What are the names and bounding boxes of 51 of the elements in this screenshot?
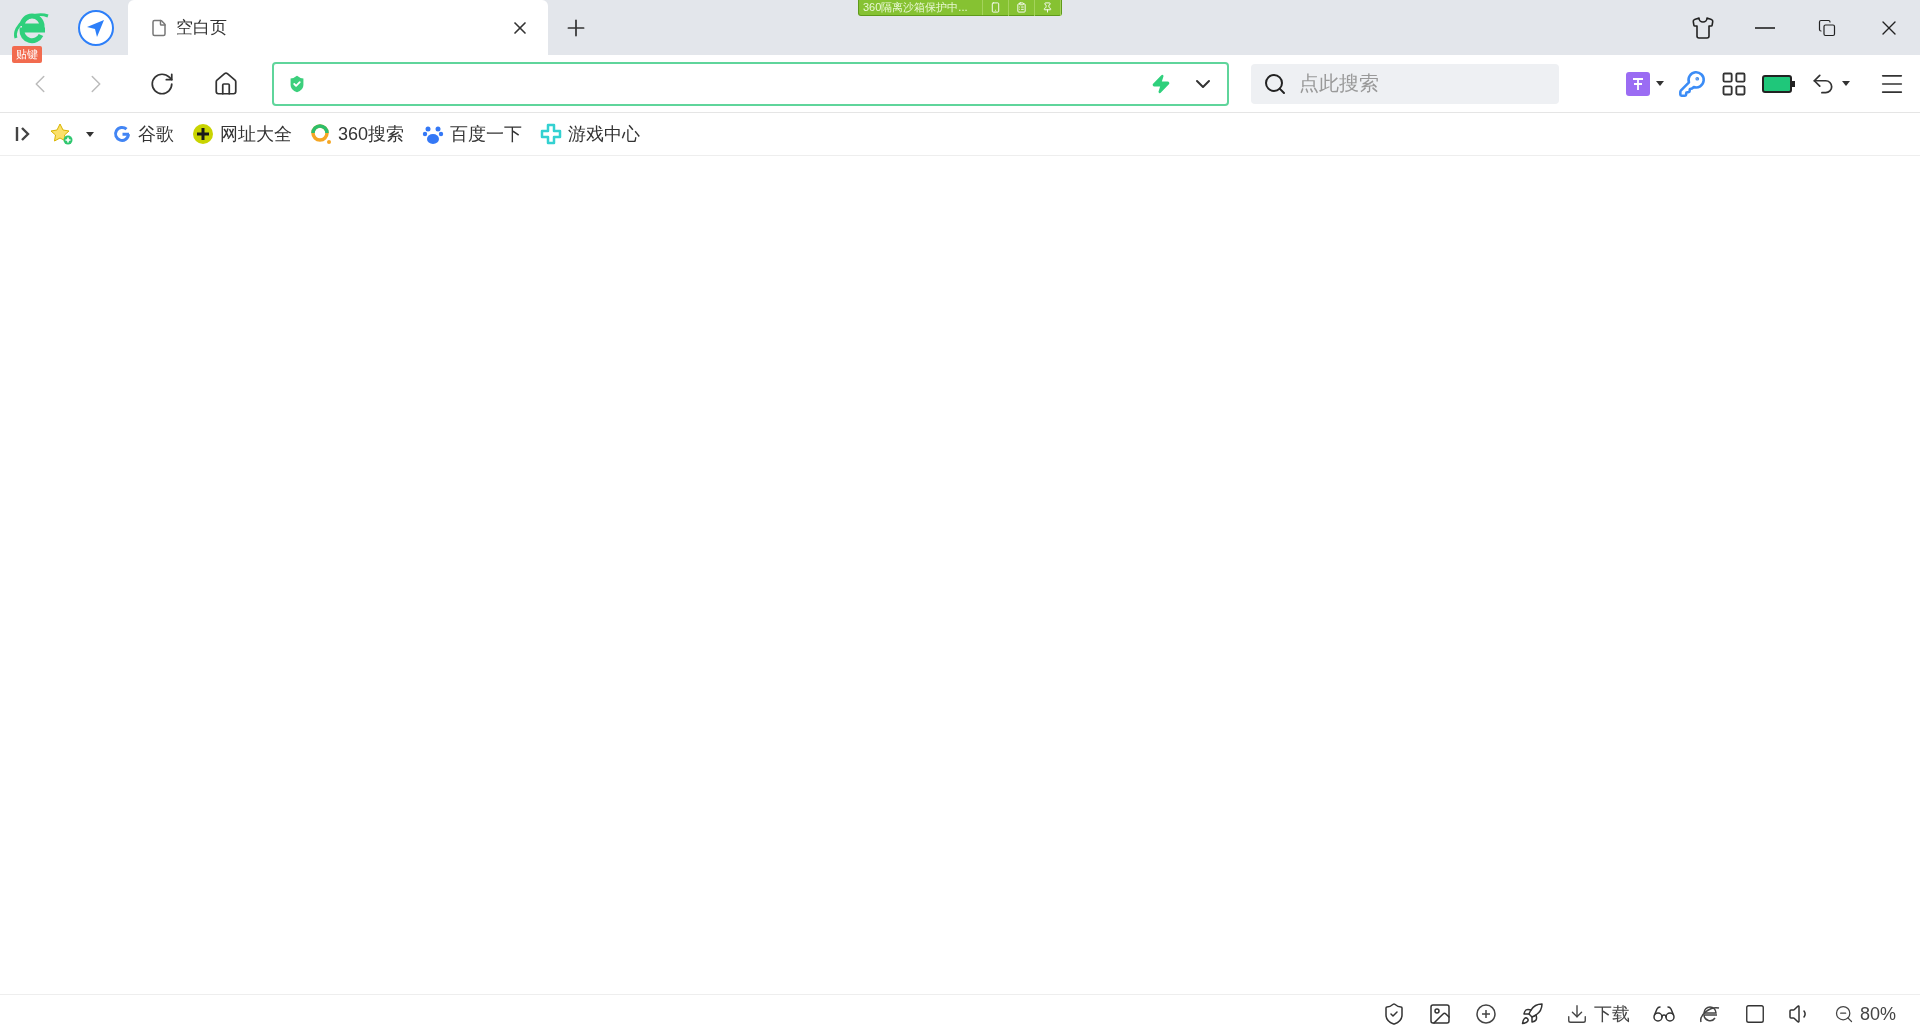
reload-icon xyxy=(149,70,175,97)
minimize-icon xyxy=(1755,26,1775,29)
rocket-button[interactable] xyxy=(1519,1002,1544,1026)
home-icon xyxy=(213,70,239,97)
window-button[interactable] xyxy=(1743,1003,1766,1025)
caret-icon xyxy=(1842,81,1850,86)
caret-icon xyxy=(1656,81,1664,86)
plus-circle-icon xyxy=(1473,1002,1498,1026)
navigation-icon[interactable] xyxy=(77,8,115,47)
key-icon xyxy=(1678,69,1706,98)
caret-icon xyxy=(86,131,94,137)
download-icon xyxy=(1565,1003,1588,1025)
image-icon xyxy=(1427,1002,1452,1026)
plus-circle-icon xyxy=(192,123,214,145)
tab-title: 空白页 xyxy=(176,17,228,39)
sidebar-toggle-button[interactable] xyxy=(14,125,32,143)
phone-icon xyxy=(990,2,1001,13)
translate-icon xyxy=(1626,71,1650,96)
zoom-out-icon xyxy=(1833,1004,1854,1024)
rocket-icon xyxy=(1519,1002,1544,1026)
accelerate-button[interactable] xyxy=(1473,1002,1498,1026)
search-field[interactable]: 点此搜索 xyxy=(1297,71,1547,96)
clipboard-icon xyxy=(1016,2,1027,13)
restore-icon xyxy=(1818,18,1836,37)
add-favorite-button[interactable] xyxy=(50,123,94,145)
expand-icon xyxy=(14,125,32,143)
bookmark-link[interactable]: 谷歌 xyxy=(112,122,174,146)
battery-button[interactable] xyxy=(1762,74,1796,93)
zoom-button[interactable]: 80% xyxy=(1833,1003,1896,1025)
window-icon xyxy=(1743,1003,1766,1025)
key-button[interactable] xyxy=(1678,69,1706,98)
bookmark-link[interactable]: 360搜索 xyxy=(310,122,405,146)
search-icon xyxy=(1263,71,1287,96)
bookmark-link[interactable]: 游戏中心 xyxy=(540,122,641,146)
page-icon xyxy=(150,18,168,37)
translate-button[interactable] xyxy=(1626,71,1664,96)
image-button[interactable] xyxy=(1427,1002,1452,1026)
star-plus-icon xyxy=(50,123,74,145)
shirt-icon xyxy=(1691,15,1715,40)
sandbox-text: 360隔离沙箱保护中... xyxy=(859,0,983,15)
google-icon xyxy=(112,124,132,144)
ring-icon xyxy=(310,123,332,145)
search-bar[interactable]: 点此搜索 xyxy=(1251,63,1559,104)
bookmark-link[interactable]: 网址大全 xyxy=(192,122,292,146)
download-button[interactable]: 下载 xyxy=(1565,1002,1630,1026)
cross-icon xyxy=(540,123,563,145)
bookmark-link[interactable]: 百度一下 xyxy=(422,122,523,146)
browser-tab[interactable]: 空白页 xyxy=(128,0,548,55)
logo-badge: 贴键 xyxy=(12,46,42,63)
pin-icon xyxy=(1042,2,1053,13)
battery-icon xyxy=(1762,74,1796,93)
